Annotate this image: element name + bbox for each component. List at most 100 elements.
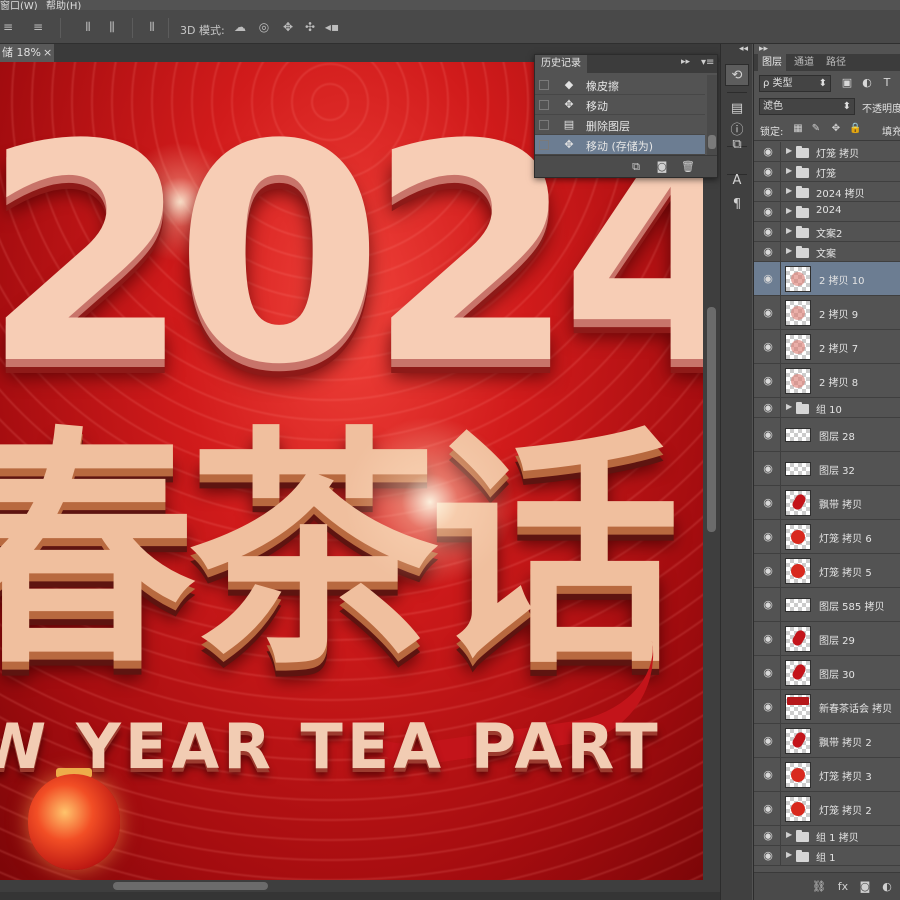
layer-group-row[interactable]: ◉ ▶ 文案 (754, 242, 900, 262)
visibility-eye-icon[interactable]: ◉ (759, 849, 777, 862)
visibility-eye-icon[interactable]: ◉ (759, 165, 777, 178)
dock-collapse-icon[interactable]: ◂◂ (739, 44, 748, 54)
history-item[interactable]: ✥ 移动 (存储为) (535, 135, 705, 155)
lock-all-icon[interactable]: 🔒 (849, 123, 861, 135)
visibility-eye-icon[interactable]: ◉ (759, 598, 777, 611)
layer-group-row[interactable]: ◉ ▶ 文案2 (754, 222, 900, 242)
document-canvas[interactable]: 2024 春茶话 W YEAR TEA PART (0, 62, 703, 880)
visibility-eye-icon[interactable]: ◉ (759, 829, 777, 842)
history-item[interactable]: ◆ 橡皮擦 (535, 75, 705, 95)
layer-group-row[interactable]: ◉ ▶ 组 1 拷贝 (754, 826, 900, 846)
distribute-icon[interactable]: ⫴ (80, 20, 96, 34)
vertical-scroll-thumb[interactable] (707, 307, 716, 532)
layer-row[interactable]: ◉ 灯笼 拷贝 2 (754, 792, 900, 826)
history-snapshot-checkbox[interactable] (539, 100, 549, 110)
layer-row[interactable]: ◉ 图层 28 (754, 418, 900, 452)
video-icon[interactable]: ◂▪ (324, 20, 340, 34)
lock-position-icon[interactable]: ✥ (830, 123, 842, 135)
horizontal-scroll-thumb[interactable] (113, 882, 268, 890)
link-layers-icon[interactable]: ⛓ (812, 880, 826, 894)
distribute-rows-icon[interactable]: ⫼ (104, 20, 120, 34)
pixel-filter-icon[interactable]: ▣ (840, 76, 854, 90)
layer-thumbnail[interactable] (785, 728, 811, 754)
chevron-right-icon[interactable]: ▶ (786, 830, 792, 839)
slide-icon[interactable]: ✣ (302, 20, 318, 34)
visibility-eye-icon[interactable]: ◉ (759, 462, 777, 475)
layer-thumbnail[interactable] (785, 558, 811, 584)
visibility-eye-icon[interactable]: ◉ (759, 734, 777, 747)
layer-thumbnail[interactable] (785, 428, 811, 442)
visibility-eye-icon[interactable]: ◉ (759, 428, 777, 441)
chevron-right-icon[interactable]: ▶ (786, 146, 792, 155)
layer-row[interactable]: ◉ 图层 585 拷贝 (754, 588, 900, 622)
layer-row[interactable]: ◉ 2 拷贝 9 (754, 296, 900, 330)
layer-group-row[interactable]: ◉ ▶ 灯笼 拷贝 (754, 142, 900, 162)
history-scrollbar[interactable] (707, 75, 717, 155)
visibility-eye-icon[interactable]: ◉ (759, 802, 777, 815)
layer-group-row[interactable]: ◉ ▶ 2024 拷贝 (754, 182, 900, 202)
layer-thumbnail[interactable] (785, 524, 811, 550)
menu-help[interactable]: 帮助(H) (46, 0, 81, 10)
layer-group-row[interactable]: ◉ ▶ 组 10 (754, 398, 900, 418)
align-center-icon[interactable]: ≡ (30, 20, 46, 34)
layer-group-row[interactable]: ◉ ▶ 组 1 (754, 846, 900, 866)
layer-thumbnail[interactable] (785, 660, 811, 686)
lock-transparent-icon[interactable]: ▦ (792, 123, 804, 135)
blend-mode-select[interactable]: 滤色 ⬍ (759, 98, 855, 115)
visibility-eye-icon[interactable]: ◉ (759, 225, 777, 238)
history-icon[interactable]: ⟲ (725, 64, 749, 86)
visibility-eye-icon[interactable]: ◉ (759, 564, 777, 577)
history-scroll-thumb[interactable] (708, 135, 716, 149)
layer-row[interactable]: ◉ 2 拷贝 8 (754, 364, 900, 398)
history-item[interactable]: ▤ 删除图层 (535, 115, 705, 135)
panel-collapse-icon[interactable]: ▸▸ (681, 57, 690, 67)
chevron-right-icon[interactable]: ▶ (786, 186, 792, 195)
layer-thumbnail[interactable] (785, 762, 811, 788)
layer-row[interactable]: ◉ 飘带 拷贝 2 (754, 724, 900, 758)
history-item[interactable]: ✥ 移动 (535, 95, 705, 115)
layer-mask-icon[interactable]: ◙ (858, 880, 872, 894)
history-snapshot-checkbox[interactable] (539, 140, 549, 150)
tab-layers[interactable]: 图层 (758, 54, 786, 71)
menu-window[interactable]: 窗口(W) (0, 0, 38, 10)
canvas-vertical-scrollbar[interactable] (703, 62, 720, 880)
trash-icon[interactable]: 🗑 (681, 160, 695, 174)
history-snapshot-checkbox[interactable] (539, 120, 549, 130)
layer-row[interactable]: ◉ 图层 29 (754, 622, 900, 656)
layer-row[interactable]: ◉ 图层 32 (754, 452, 900, 486)
layer-row[interactable]: ◉ 新春茶话会 拷贝 (754, 690, 900, 724)
layer-group-row[interactable]: ◉ ▶ 灯笼 (754, 162, 900, 182)
distribute-columns-icon[interactable]: ⦀ (144, 20, 160, 34)
history-panel-title[interactable]: 历史记录 (535, 55, 587, 73)
type-filter-icon[interactable]: T (880, 76, 894, 90)
properties-icon[interactable]: ▤ (725, 98, 749, 120)
visibility-eye-icon[interactable]: ◉ (759, 185, 777, 198)
adjustment-filter-icon[interactable]: ◐ (860, 76, 874, 90)
layer-thumbnail[interactable] (785, 694, 811, 720)
layer-group-row[interactable]: ◉ ▶ 2024 (754, 202, 900, 222)
new-snapshot-icon[interactable]: ◙ (655, 160, 669, 174)
layer-thumbnail[interactable] (785, 490, 811, 516)
visibility-eye-icon[interactable]: ◉ (759, 306, 777, 319)
tab-channels[interactable]: 通道 (790, 54, 818, 71)
layer-thumbnail[interactable] (785, 626, 811, 652)
layer-row[interactable]: ◉ 图层 30 (754, 656, 900, 690)
chevron-right-icon[interactable]: ▶ (786, 166, 792, 175)
adjustment-layer-icon[interactable]: ◐ (880, 880, 894, 894)
canvas-horizontal-scrollbar[interactable] (0, 880, 720, 892)
visibility-eye-icon[interactable]: ◉ (759, 340, 777, 353)
layer-thumbnail[interactable] (785, 300, 811, 326)
panel-menu-icon[interactable]: ▾≡ (701, 57, 714, 68)
close-icon[interactable]: × (43, 44, 52, 62)
visibility-eye-icon[interactable]: ◉ (759, 530, 777, 543)
layer-row[interactable]: ◉ 飘带 拷贝 (754, 486, 900, 520)
chevron-right-icon[interactable]: ▶ (786, 206, 792, 215)
document-tab[interactable]: 储 18% × (0, 44, 54, 62)
paragraph-icon[interactable]: ¶ (725, 194, 749, 216)
visibility-eye-icon[interactable]: ◉ (759, 768, 777, 781)
visibility-eye-icon[interactable]: ◉ (759, 272, 777, 285)
layer-thumbnail[interactable] (785, 796, 811, 822)
visibility-eye-icon[interactable]: ◉ (759, 666, 777, 679)
align-left-icon[interactable]: ≡ (0, 20, 16, 34)
visibility-eye-icon[interactable]: ◉ (759, 205, 777, 218)
